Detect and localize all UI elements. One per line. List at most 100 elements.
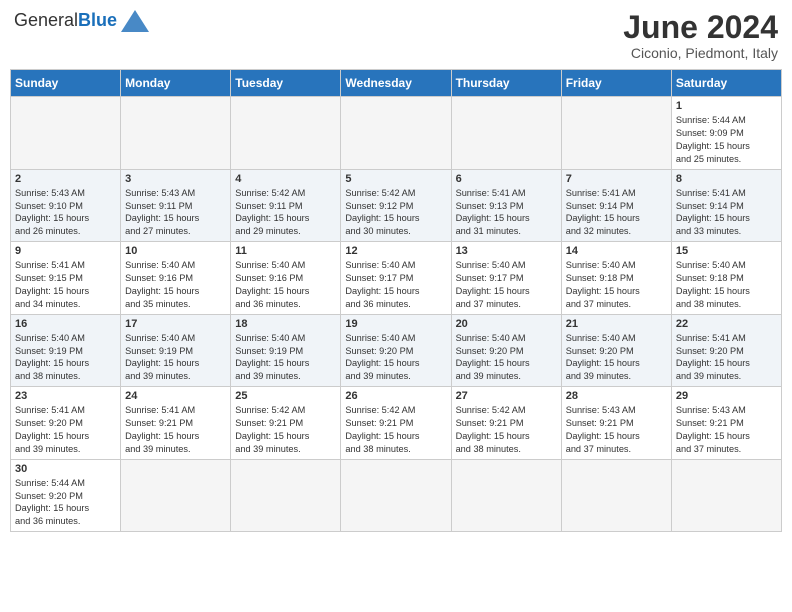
calendar-cell: 28 Sunrise: 5:43 AMSunset: 9:21 PMDayligh… [561, 387, 671, 460]
logo-icon [121, 10, 149, 32]
day-number: 11 [235, 245, 336, 257]
day-number: 27 [456, 390, 557, 402]
day-number: 22 [676, 318, 777, 330]
calendar-cell: 4 Sunrise: 5:42 AMSunset: 9:11 PMDaylight… [231, 169, 341, 242]
day-info: Sunrise: 5:40 AMSunset: 9:20 PMDaylight:… [456, 332, 557, 384]
calendar-cell: 25 Sunrise: 5:42 AMSunset: 9:21 PMDayligh… [231, 387, 341, 460]
calendar-cell [341, 97, 451, 170]
day-info: Sunrise: 5:41 AMSunset: 9:13 PMDaylight:… [456, 187, 557, 239]
day-number: 23 [15, 390, 116, 402]
day-number: 3 [125, 173, 226, 185]
calendar-cell: 6 Sunrise: 5:41 AMSunset: 9:13 PMDaylight… [451, 169, 561, 242]
calendar-cell: 16 Sunrise: 5:40 AMSunset: 9:19 PMDayligh… [11, 314, 121, 387]
calendar-cell [561, 459, 671, 532]
day-number: 26 [345, 390, 446, 402]
month-title: June 2024 [623, 10, 778, 45]
day-info: Sunrise: 5:42 AMSunset: 9:21 PMDaylight:… [235, 404, 336, 456]
calendar-cell: 18 Sunrise: 5:40 AMSunset: 9:19 PMDayligh… [231, 314, 341, 387]
calendar-cell: 20 Sunrise: 5:40 AMSunset: 9:20 PMDayligh… [451, 314, 561, 387]
day-number: 12 [345, 245, 446, 257]
weekday-header-row: SundayMondayTuesdayWednesdayThursdayFrid… [11, 70, 782, 97]
calendar-cell: 14 Sunrise: 5:40 AMSunset: 9:18 PMDayligh… [561, 242, 671, 315]
day-info: Sunrise: 5:40 AMSunset: 9:20 PMDaylight:… [566, 332, 667, 384]
logo: GeneralBlue [14, 10, 149, 32]
day-info: Sunrise: 5:40 AMSunset: 9:19 PMDaylight:… [235, 332, 336, 384]
day-info: Sunrise: 5:41 AMSunset: 9:21 PMDaylight:… [125, 404, 226, 456]
day-number: 17 [125, 318, 226, 330]
day-info: Sunrise: 5:40 AMSunset: 9:20 PMDaylight:… [345, 332, 446, 384]
day-number: 4 [235, 173, 336, 185]
day-number: 30 [15, 463, 116, 475]
calendar-cell [121, 459, 231, 532]
calendar-cell: 17 Sunrise: 5:40 AMSunset: 9:19 PMDayligh… [121, 314, 231, 387]
day-info: Sunrise: 5:42 AMSunset: 9:12 PMDaylight:… [345, 187, 446, 239]
day-number: 20 [456, 318, 557, 330]
day-info: Sunrise: 5:40 AMSunset: 9:19 PMDaylight:… [15, 332, 116, 384]
day-info: Sunrise: 5:42 AMSunset: 9:21 PMDaylight:… [456, 404, 557, 456]
calendar-cell: 15 Sunrise: 5:40 AMSunset: 9:18 PMDayligh… [671, 242, 781, 315]
day-info: Sunrise: 5:43 AMSunset: 9:10 PMDaylight:… [15, 187, 116, 239]
calendar-cell [561, 97, 671, 170]
day-number: 19 [345, 318, 446, 330]
day-info: Sunrise: 5:41 AMSunset: 9:20 PMDaylight:… [15, 404, 116, 456]
calendar-cell: 21 Sunrise: 5:40 AMSunset: 9:20 PMDayligh… [561, 314, 671, 387]
calendar-cell [11, 97, 121, 170]
calendar-cell: 30 Sunrise: 5:44 AMSunset: 9:20 PMDayligh… [11, 459, 121, 532]
day-info: Sunrise: 5:44 AMSunset: 9:20 PMDaylight:… [15, 477, 116, 529]
day-info: Sunrise: 5:41 AMSunset: 9:14 PMDaylight:… [676, 187, 777, 239]
weekday-sunday: Sunday [11, 70, 121, 97]
day-info: Sunrise: 5:40 AMSunset: 9:16 PMDaylight:… [125, 259, 226, 311]
day-info: Sunrise: 5:40 AMSunset: 9:18 PMDaylight:… [566, 259, 667, 311]
day-number: 1 [676, 100, 777, 112]
day-number: 24 [125, 390, 226, 402]
day-number: 2 [15, 173, 116, 185]
day-number: 6 [456, 173, 557, 185]
weekday-monday: Monday [121, 70, 231, 97]
location-subtitle: Ciconio, Piedmont, Italy [623, 45, 778, 61]
logo-text: GeneralBlue [14, 11, 117, 31]
calendar-cell [671, 459, 781, 532]
calendar-cell: 22 Sunrise: 5:41 AMSunset: 9:20 PMDayligh… [671, 314, 781, 387]
day-number: 7 [566, 173, 667, 185]
day-number: 28 [566, 390, 667, 402]
weekday-friday: Friday [561, 70, 671, 97]
calendar-cell: 23 Sunrise: 5:41 AMSunset: 9:20 PMDayligh… [11, 387, 121, 460]
calendar-cell: 5Sunrise: 5:42 AMSunset: 9:12 PMDaylight… [341, 169, 451, 242]
day-number: 15 [676, 245, 777, 257]
day-info: Sunrise: 5:42 AMSunset: 9:21 PMDaylight:… [345, 404, 446, 456]
calendar-cell: 27 Sunrise: 5:42 AMSunset: 9:21 PMDayligh… [451, 387, 561, 460]
weekday-tuesday: Tuesday [231, 70, 341, 97]
day-info: Sunrise: 5:44 AMSunset: 9:09 PMDaylight:… [676, 114, 777, 166]
calendar-cell: 9Sunrise: 5:41 AMSunset: 9:15 PMDaylight… [11, 242, 121, 315]
calendar-cell: 3Sunrise: 5:43 AMSunset: 9:11 PMDaylight… [121, 169, 231, 242]
weekday-thursday: Thursday [451, 70, 561, 97]
day-number: 18 [235, 318, 336, 330]
calendar-cell: 12Sunrise: 5:40 AMSunset: 9:17 PMDayligh… [341, 242, 451, 315]
day-number: 14 [566, 245, 667, 257]
day-info: Sunrise: 5:40 AMSunset: 9:18 PMDaylight:… [676, 259, 777, 311]
day-info: Sunrise: 5:42 AMSunset: 9:11 PMDaylight:… [235, 187, 336, 239]
calendar-cell [451, 97, 561, 170]
day-number: 10 [125, 245, 226, 257]
day-number: 8 [676, 173, 777, 185]
calendar-cell: 26 Sunrise: 5:42 AMSunset: 9:21 PMDayligh… [341, 387, 451, 460]
calendar-cell [451, 459, 561, 532]
page-header: GeneralBlue June 2024 Ciconio, Piedmont,… [10, 10, 782, 61]
day-number: 21 [566, 318, 667, 330]
calendar-cell [121, 97, 231, 170]
calendar-cell [231, 459, 341, 532]
day-number: 16 [15, 318, 116, 330]
calendar-cell: 13Sunrise: 5:40 AMSunset: 9:17 PMDayligh… [451, 242, 561, 315]
day-number: 25 [235, 390, 336, 402]
day-info: Sunrise: 5:40 AMSunset: 9:19 PMDaylight:… [125, 332, 226, 384]
title-area: June 2024 Ciconio, Piedmont, Italy [623, 10, 778, 61]
weekday-saturday: Saturday [671, 70, 781, 97]
day-number: 29 [676, 390, 777, 402]
day-info: Sunrise: 5:43 AMSunset: 9:21 PMDaylight:… [676, 404, 777, 456]
weekday-wednesday: Wednesday [341, 70, 451, 97]
calendar-cell: 19 Sunrise: 5:40 AMSunset: 9:20 PMDayligh… [341, 314, 451, 387]
calendar-cell: 1 Sunrise: 5:44 AMSunset: 9:09 PMDaylight… [671, 97, 781, 170]
day-info: Sunrise: 5:41 AMSunset: 9:20 PMDaylight:… [676, 332, 777, 384]
day-info: Sunrise: 5:43 AMSunset: 9:21 PMDaylight:… [566, 404, 667, 456]
calendar-table: SundayMondayTuesdayWednesdayThursdayFrid… [10, 69, 782, 532]
